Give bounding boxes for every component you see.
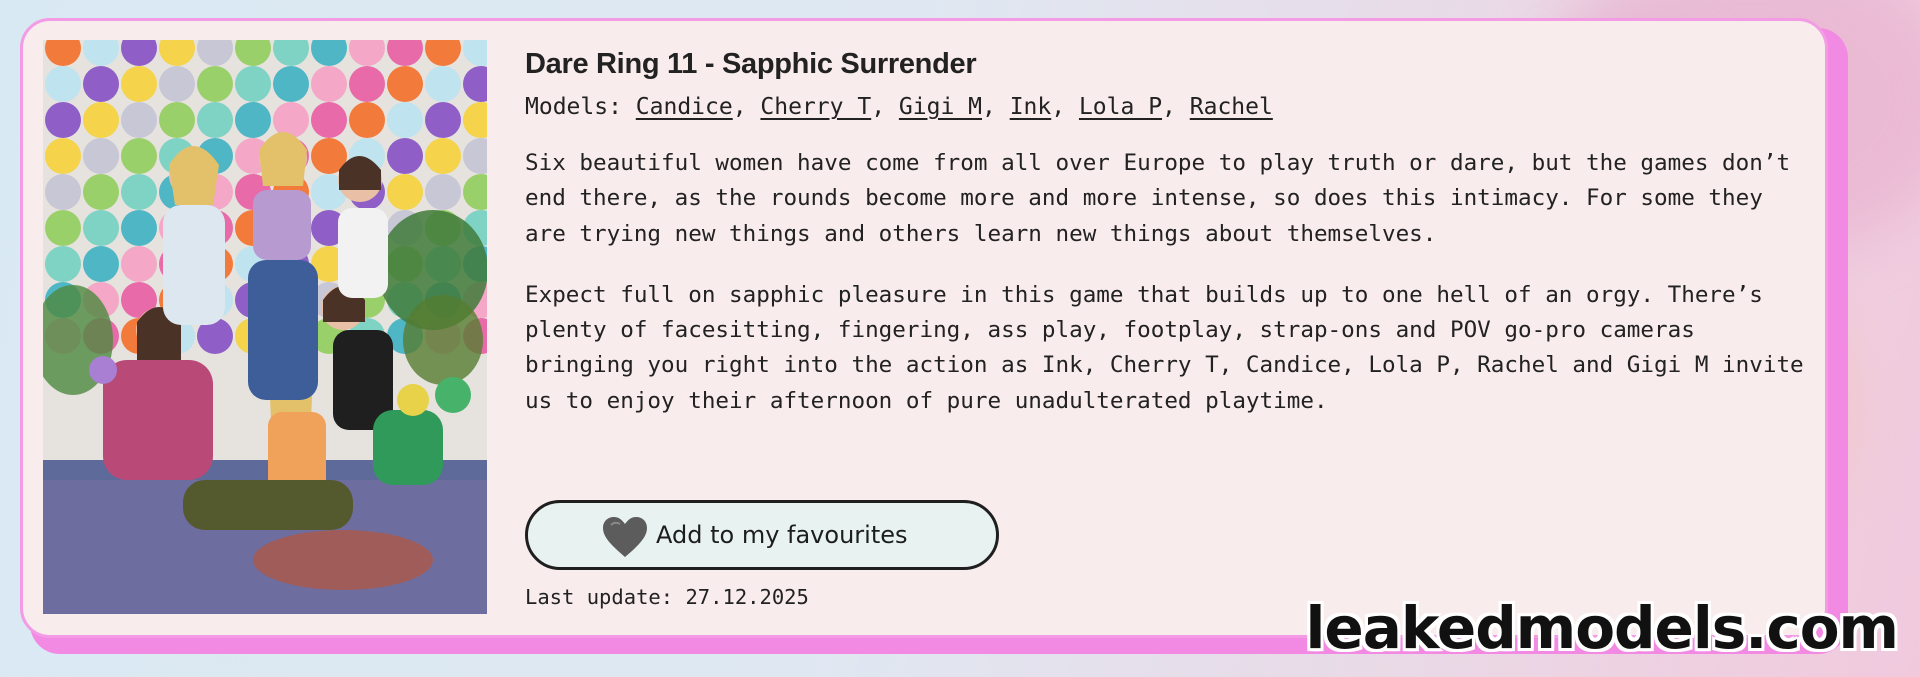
balloon (83, 246, 119, 282)
balloon (83, 210, 119, 246)
description-paragraph: Six beautiful women have come from all o… (525, 150, 1791, 247)
balloon (425, 138, 461, 174)
balloon (235, 66, 271, 102)
balloon (425, 102, 461, 138)
model-link-ink[interactable]: Ink (1010, 94, 1052, 120)
balloon (121, 174, 157, 210)
balloon (83, 66, 119, 102)
model-link-candice[interactable]: Candice (636, 94, 733, 120)
model-link-lola-p[interactable]: Lola P (1079, 94, 1162, 120)
balloon (121, 210, 157, 246)
watermark: leakedmodels.com (1305, 594, 1899, 662)
models-label: Models: (525, 94, 636, 120)
balloon (121, 138, 157, 174)
balloon (45, 138, 81, 174)
scene-thumbnail[interactable] (43, 40, 487, 614)
balloon (121, 102, 157, 138)
balloon (83, 138, 119, 174)
balloon (425, 66, 461, 102)
last-update: Last update: 27.12.2025 (525, 585, 809, 609)
balloon (349, 102, 385, 138)
balloon (387, 66, 423, 102)
balloon (121, 66, 157, 102)
add-to-favourites-label: Add to my favourites (656, 521, 908, 549)
model-link-cherry-t[interactable]: Cherry T (760, 94, 871, 120)
balloon (83, 174, 119, 210)
scene-info: Dare Ring 11 - Sapphic Surrender Models:… (525, 40, 1805, 419)
balloon (273, 102, 309, 138)
balloon (45, 102, 81, 138)
balloon (387, 138, 423, 174)
balloon (45, 174, 81, 210)
balloon (273, 66, 309, 102)
balloon (425, 174, 461, 210)
balloon (235, 102, 271, 138)
balloon (45, 246, 81, 282)
balloon (349, 66, 385, 102)
balloon (197, 102, 233, 138)
scene-title: Dare Ring 11 - Sapphic Surrender (525, 48, 977, 80)
balloon (311, 66, 347, 102)
scene-thumbnail-image (43, 40, 487, 614)
balloon (45, 66, 81, 102)
heart-icon (603, 517, 647, 557)
description-paragraph: Expect full on sapphic pleasure in this … (525, 281, 1804, 414)
models-line: Models: Candice, Cherry T, Gigi M, Ink, … (525, 94, 1273, 120)
add-to-favourites-button[interactable]: Add to my favourites (525, 500, 999, 570)
balloon (311, 102, 347, 138)
balloon (83, 102, 119, 138)
model-link-gigi-m[interactable]: Gigi M (899, 94, 982, 120)
balloon (159, 102, 195, 138)
balloon (387, 102, 423, 138)
model-link-rachel[interactable]: Rachel (1190, 94, 1273, 120)
balloon (45, 210, 81, 246)
balloon (121, 246, 157, 282)
balloon (387, 174, 423, 210)
balloon (197, 66, 233, 102)
balloon (159, 66, 195, 102)
